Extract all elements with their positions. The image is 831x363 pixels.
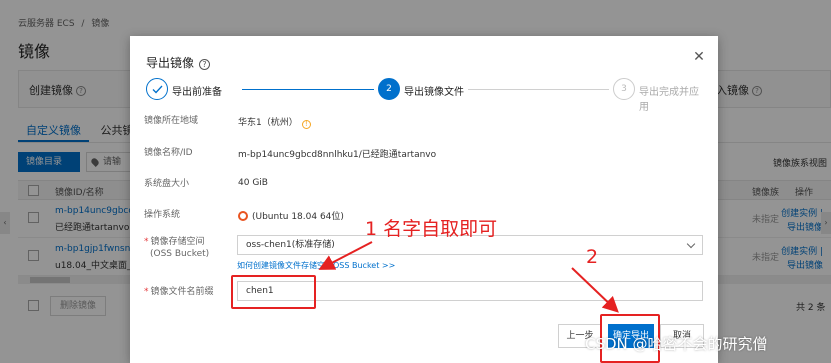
step-connector [468, 89, 609, 90]
help-icon[interactable]: ? [199, 59, 211, 70]
check-icon [152, 85, 163, 94]
step-3-number: 3 [613, 78, 635, 100]
region-label: 镜像所在地域 [144, 116, 199, 126]
step-2-label: 导出镜像文件 [404, 87, 464, 98]
annotation-highlight-prefix [231, 275, 316, 309]
bucket-label: * 镜像存储空间 (OSS Bucket) [144, 237, 210, 259]
annotation-note-2: 2 [586, 246, 599, 268]
image-name-row: 镜像名称/ID m-bp14unc9gbcd8nnlhku1/已经跑通tarta… [144, 147, 704, 161]
dialog-title: 导出镜像? [146, 54, 211, 71]
disk-size-value: 40 GiB [238, 178, 268, 188]
region-value: 华东1（杭州）! [238, 115, 311, 129]
info-icon[interactable]: ! [301, 120, 311, 129]
step-3-label: 导出完成并应用 [639, 87, 699, 113]
prefix-row: * 镜像文件名前缀 [144, 286, 244, 300]
image-name-label: 镜像名称/ID [144, 148, 193, 158]
close-icon[interactable]: ✕ [692, 50, 706, 64]
disk-size-row: 系统盘大小 40 GiB [144, 178, 704, 192]
bucket-row: * 镜像存储空间 (OSS Bucket) [144, 236, 244, 262]
prefix-label: * 镜像文件名前缀 [144, 287, 214, 297]
step-1-label: 导出前准备 [172, 87, 222, 98]
region-row: 镜像所在地域 华东1（杭州）! [144, 115, 704, 129]
image-name-value: m-bp14unc9gbcd8nnlhku1/已经跑通tartanvo [238, 150, 437, 160]
step-connector [242, 89, 374, 90]
chevron-down-icon [686, 239, 696, 249]
os-value: (Ubuntu 18.04 64位) [238, 209, 344, 222]
create-bucket-help-link[interactable]: 如何创建镜像文件存储空间OSS Bucket >> [237, 260, 395, 271]
step-2-number: 2 [378, 78, 400, 100]
os-label: 操作系统 [144, 210, 181, 220]
ubuntu-icon [238, 211, 248, 221]
step-done-icon [146, 78, 168, 100]
step-indicator: 导出前准备 2 导出镜像文件 3 导出完成并应用 [146, 78, 704, 113]
annotation-note-1: 1 名字自取即可 [365, 218, 498, 240]
disk-size-label: 系统盘大小 [144, 179, 190, 189]
csdn-watermark: CSDN @哈密不会的研究僧 [585, 335, 768, 353]
